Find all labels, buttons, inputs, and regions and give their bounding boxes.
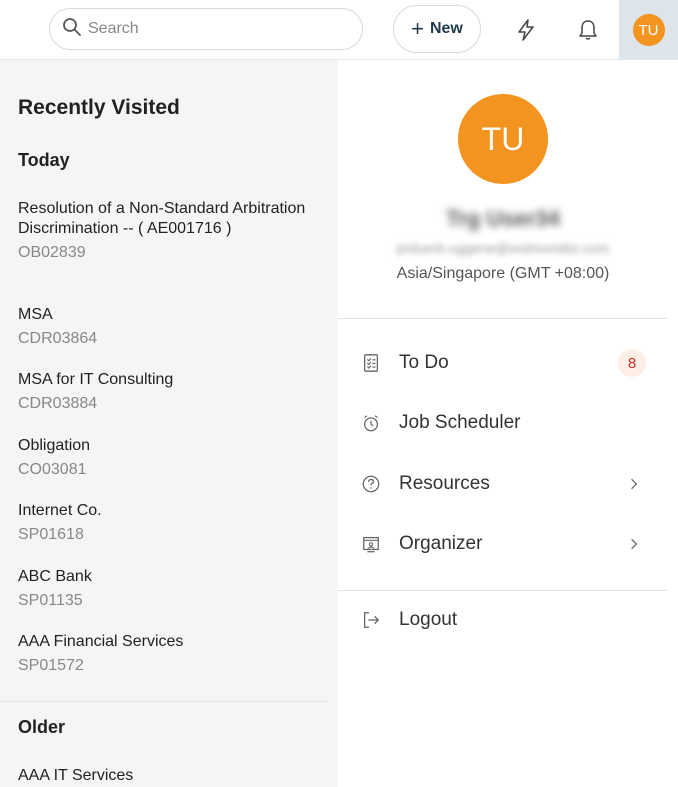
list-item[interactable]: Resolution of a Non-Standard Arbitration…: [18, 199, 318, 263]
chevron-right-icon: [624, 474, 644, 494]
profile-name: Trg User34: [446, 206, 560, 231]
item-name: Resolution of a Non-Standard Arbitration…: [18, 200, 306, 237]
checklist-icon: [360, 352, 382, 374]
menu-item-label: Organizer: [399, 533, 483, 554]
item-name: Obligation: [18, 437, 91, 454]
menu-item-organizer[interactable]: Organizer: [338, 518, 668, 570]
chevron-right-icon: [624, 534, 644, 554]
new-button-label: New: [429, 20, 463, 37]
older-heading: Older: [18, 717, 66, 737]
list-item[interactable]: AAA IT Services: [18, 766, 318, 786]
item-name: AAA IT Services: [18, 767, 134, 784]
avatar: TU: [632, 14, 665, 46]
profile-timezone: Asia/Singapore (GMT +08:00): [396, 265, 610, 282]
menu-item-resources[interactable]: Resources: [338, 458, 668, 510]
list-item[interactable]: ABC Bank SP01135: [18, 567, 318, 611]
menu-item-label: To Do: [399, 352, 449, 373]
list-item[interactable]: MSA CDR03864: [18, 305, 318, 349]
plus-icon: +: [411, 16, 424, 41]
profile-avatar: TU: [458, 94, 548, 184]
item-code: SP01572: [18, 657, 84, 674]
recently-visited-title: Recently Visited: [18, 96, 180, 119]
item-name: AAA Financial Services: [18, 633, 184, 650]
logout-icon: [360, 609, 382, 631]
item-code: CO03081: [18, 461, 87, 478]
item-name: ABC Bank: [18, 568, 92, 585]
question-circle-icon: [360, 473, 382, 495]
list-item[interactable]: MSA for IT Consulting CDR03884: [18, 370, 318, 414]
user-avatar-button[interactable]: TU: [619, 0, 678, 60]
today-heading: Today: [18, 150, 70, 170]
search-box[interactable]: [49, 8, 363, 50]
item-name: Internet Co.: [18, 502, 102, 519]
item-code: OB02839: [18, 244, 86, 261]
top-bar: + New TU: [0, 0, 678, 60]
profile-email: prduerb.uggene@eotmoriabs.com: [396, 240, 610, 256]
item-name: MSA: [18, 306, 53, 323]
list-item[interactable]: Obligation CO03081: [18, 436, 318, 480]
menu-item-label: Job Scheduler: [399, 412, 521, 433]
lightning-bolt-icon[interactable]: [506, 10, 546, 50]
section-divider: [0, 701, 328, 702]
menu-item-todo[interactable]: To Do 8: [338, 337, 668, 389]
search-icon: [62, 17, 82, 42]
new-button[interactable]: + New: [393, 5, 481, 53]
bell-icon[interactable]: [568, 10, 608, 50]
list-item[interactable]: Internet Co. SP01618: [18, 501, 318, 545]
search-input[interactable]: [88, 20, 348, 38]
list-item[interactable]: AAA Financial Services SP01572: [18, 632, 318, 676]
recently-visited-panel: Recently Visited Today Resolution of a N…: [0, 60, 338, 787]
menu-item-label: Logout: [399, 609, 458, 630]
item-code: CDR03864: [18, 330, 98, 347]
profile-panel: TU Trg User34 prduerb.uggene@eotmoriabs.…: [338, 60, 678, 787]
organizer-icon: [360, 533, 382, 555]
item-code: SP01618: [18, 526, 84, 543]
menu-item-label: Resources: [399, 473, 490, 494]
menu-item-job-scheduler[interactable]: Job Scheduler: [338, 397, 668, 449]
menu-item-logout[interactable]: Logout: [338, 594, 668, 646]
menu-divider: [338, 318, 668, 319]
stopwatch-icon: [360, 412, 382, 434]
item-name: MSA for IT Consulting: [18, 371, 174, 388]
item-code: CDR03884: [18, 395, 98, 412]
todo-count-badge: 8: [618, 349, 646, 377]
item-code: SP01135: [18, 592, 83, 609]
menu-divider: [338, 590, 668, 591]
